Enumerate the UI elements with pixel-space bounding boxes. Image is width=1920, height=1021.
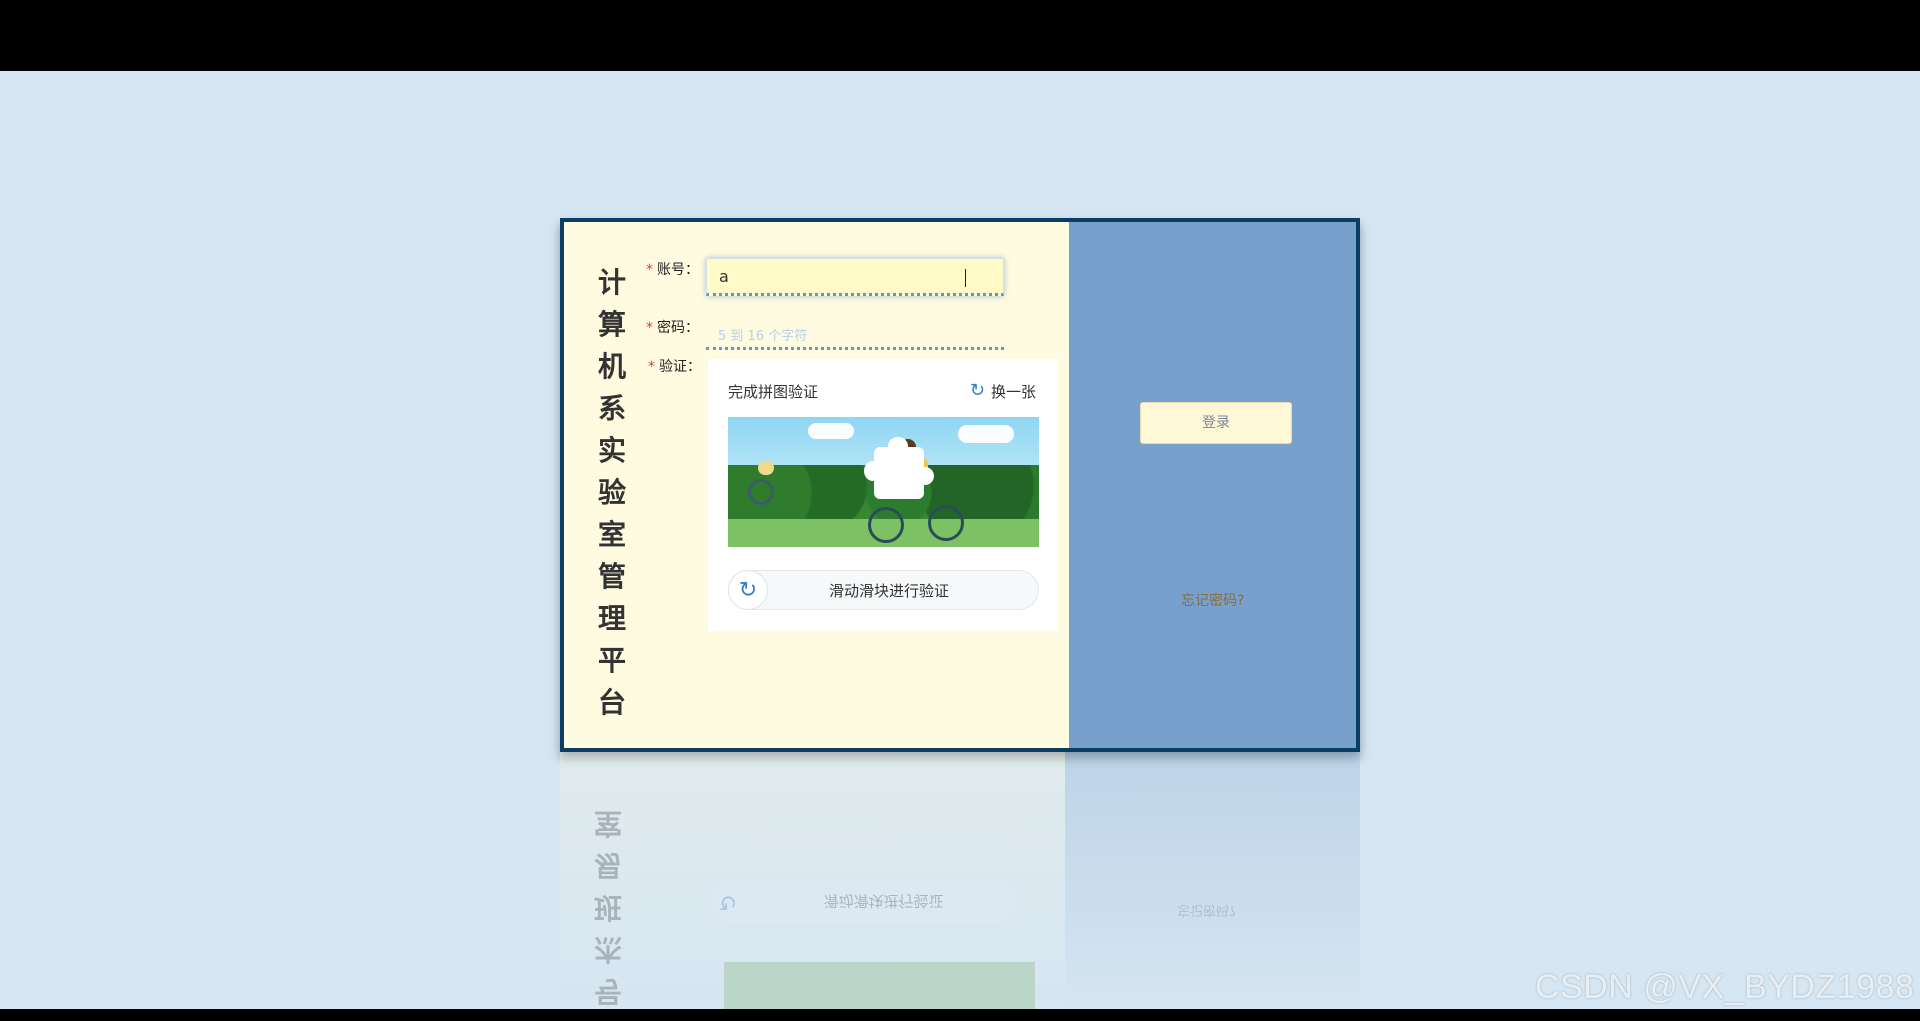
required-mark: * [646,262,653,278]
title-char: 实 [597,434,626,467]
title-char: 算 [597,308,626,341]
reflected-forgot: 忘记密码? [1177,902,1236,917]
password-input[interactable]: 5 到 16 个字符 [706,318,1004,350]
refresh-icon: ↻ [969,380,985,401]
reflected-image [724,962,1035,1009]
reflected-title-char: 班 [593,891,622,924]
captcha-slider-handle[interactable]: ↻ [728,570,768,610]
password-placeholder: 5 到 16 个字符 [718,329,808,344]
account-input-value: a [719,267,729,286]
title-char: 室 [597,518,626,551]
top-black-bar [0,0,1920,71]
password-label: * 密码： [646,317,699,337]
vertical-app-title: 计 算 机 系 实 验 室 管 理 平 台 [594,262,630,724]
title-char: 管 [597,560,626,593]
text-cursor-icon [965,269,974,287]
puzzle-gap [864,437,934,499]
refresh-icon: ↻ [738,577,758,603]
captcha-refresh-label: 换一张 [990,382,1036,401]
title-char: 理 [597,602,626,635]
account-input[interactable]: a [706,258,1004,296]
reflected-slider: ↻ 滑动滑块进行验证 [708,882,1019,922]
reflected-title-char: 易 [593,849,622,882]
forgot-password-link[interactable]: 忘记密码? [1181,590,1244,610]
required-mark: * [648,359,655,375]
verify-label-text: 验证： [659,359,701,375]
csdn-watermark: CSDN @VX_BYDZ1988 [1535,968,1915,1006]
action-panel: 登录 忘记密码? [1069,222,1356,748]
captcha-title: 完成拼图验证 [728,382,819,401]
login-button[interactable]: 登录 [1140,402,1292,444]
reflected-slider-text: 滑动滑块进行验证 [823,892,944,911]
account-label-text: 账号： [657,262,699,278]
account-label: * 账号： [646,259,699,279]
reflected-title-char: 室 [593,807,622,840]
slider-hint-text: 滑动滑块进行验证 [828,581,949,600]
captcha-header: 完成拼图验证 ↻ 换一张 [728,359,1038,417]
required-mark: * [646,320,653,336]
card-reflection: 号 杰 班 易 室 ↻ 滑动滑块进行验证 忘记密码? [560,752,1360,1009]
login-form-panel: 计 算 机 系 实 验 室 管 理 平 台 * 账号： a * 密码： 5 到 16… [564,222,1069,748]
login-card: 计 算 机 系 实 验 室 管 理 平 台 * 账号： a * 密码： 5 到 16… [560,218,1360,752]
reflected-title-char: 杰 [593,933,622,966]
title-char: 系 [597,392,626,425]
bottom-black-bar [0,1009,1920,1021]
verify-label: * 验证： [648,356,701,376]
password-label-text: 密码： [657,320,699,336]
title-char: 台 [597,686,626,719]
title-char: 验 [597,476,626,509]
refresh-icon: ↻ [718,889,738,915]
reflected-title: 号 杰 班 易 室 [590,802,626,1009]
captcha-slider-track: ↻ 滑动滑块进行验证 [728,570,1039,610]
title-char: 机 [597,350,626,383]
puzzle-captcha: 完成拼图验证 ↻ 换一张 ↻ 滑动滑块进行验证 [708,359,1058,631]
title-char: 计 [597,266,626,299]
captcha-puzzle-image [728,417,1039,547]
title-char: 平 [597,644,626,677]
reflected-title-char: 号 [593,975,622,1008]
captcha-refresh-link[interactable]: ↻ 换一张 [970,381,1036,402]
